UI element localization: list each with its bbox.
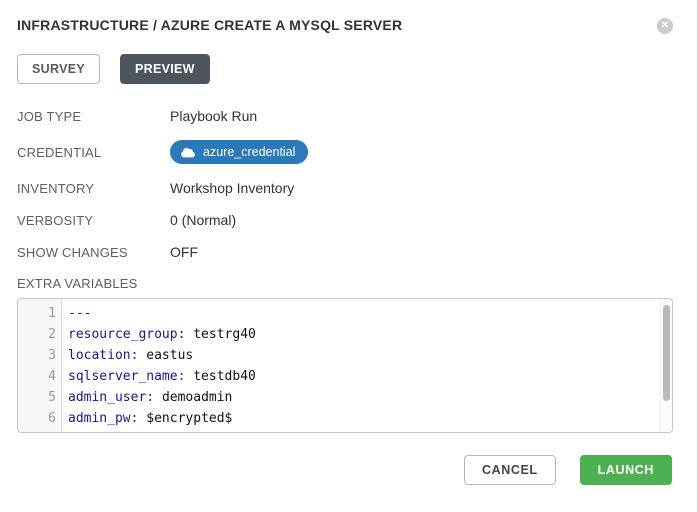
field-label-show-changes: SHOW CHANGES bbox=[17, 245, 170, 260]
field-row-show-changes: SHOW CHANGESOFF bbox=[17, 244, 697, 260]
field-label-inventory: INVENTORY bbox=[17, 181, 170, 196]
line-number: 2 bbox=[18, 324, 56, 345]
code-line: location: eastus bbox=[68, 345, 672, 366]
tab-bar: SURVEY PREVIEW bbox=[17, 54, 697, 84]
line-number: 3 bbox=[18, 345, 56, 366]
line-number: 5 bbox=[18, 387, 56, 408]
extra-variables-editor[interactable]: 1234567 ---resource_group: testrg40locat… bbox=[17, 298, 673, 433]
fields: JOB TYPEPlaybook Run CREDENTIAL azure_cred… bbox=[17, 108, 697, 260]
editor-scrollbar-track[interactable] bbox=[660, 300, 672, 431]
close-icon[interactable]: ✕ bbox=[657, 18, 673, 34]
editor-line-number-gutter: 1234567 bbox=[18, 299, 62, 432]
launch-button[interactable]: LAUNCH bbox=[580, 455, 672, 485]
modal-header: INFRASTRUCTURE / AZURE CREATE A MYSQL SE… bbox=[17, 17, 697, 33]
cloud-icon bbox=[181, 147, 195, 158]
code-line: admin_pw: $encrypted$ bbox=[68, 408, 672, 429]
field-label-job-type: JOB TYPE bbox=[17, 109, 170, 124]
field-value-show-changes: OFF bbox=[170, 244, 198, 260]
code-line: admin_user: demoadmin bbox=[68, 387, 672, 408]
field-row-verbosity: VERBOSITY0 (Normal) bbox=[17, 212, 697, 228]
field-label-verbosity: VERBOSITY bbox=[17, 213, 170, 228]
tab-survey[interactable]: SURVEY bbox=[17, 54, 100, 84]
action-buttons: CANCEL LAUNCH bbox=[0, 455, 672, 485]
field-row-job-type: JOB TYPEPlaybook Run bbox=[17, 108, 697, 124]
editor-scrollbar-thumb[interactable] bbox=[663, 305, 670, 401]
code-line: resource_group: testrg40 bbox=[68, 324, 672, 345]
code-line bbox=[68, 429, 672, 432]
field-value-verbosity: 0 (Normal) bbox=[170, 212, 236, 228]
field-label-credential: CREDENTIAL bbox=[17, 145, 170, 160]
credential-badge[interactable]: azure_credential bbox=[170, 140, 308, 164]
tab-preview[interactable]: PREVIEW bbox=[120, 54, 210, 84]
job-launch-preview-modal: INFRASTRUCTURE / AZURE CREATE A MYSQL SE… bbox=[0, 0, 698, 512]
field-row-credential: CREDENTIAL azure_credential bbox=[17, 140, 697, 164]
line-number: 6 bbox=[18, 408, 56, 429]
code-line: --- bbox=[68, 303, 672, 324]
field-value-job-type: Playbook Run bbox=[170, 108, 257, 124]
cancel-button[interactable]: CANCEL bbox=[464, 455, 556, 485]
line-number: 4 bbox=[18, 366, 56, 387]
code-line: sqlserver_name: testdb40 bbox=[68, 366, 672, 387]
line-number: 7 bbox=[18, 429, 56, 433]
editor-code-area[interactable]: ---resource_group: testrg40location: eas… bbox=[62, 299, 672, 432]
extra-variables-label: EXTRA VARIABLES bbox=[17, 276, 697, 291]
page-title: INFRASTRUCTURE / AZURE CREATE A MYSQL SE… bbox=[17, 17, 697, 33]
credential-badge-label: azure_credential bbox=[203, 145, 295, 159]
field-value-inventory: Workshop Inventory bbox=[170, 180, 294, 196]
line-number: 1 bbox=[18, 303, 56, 324]
field-row-inventory: INVENTORYWorkshop Inventory bbox=[17, 180, 697, 196]
